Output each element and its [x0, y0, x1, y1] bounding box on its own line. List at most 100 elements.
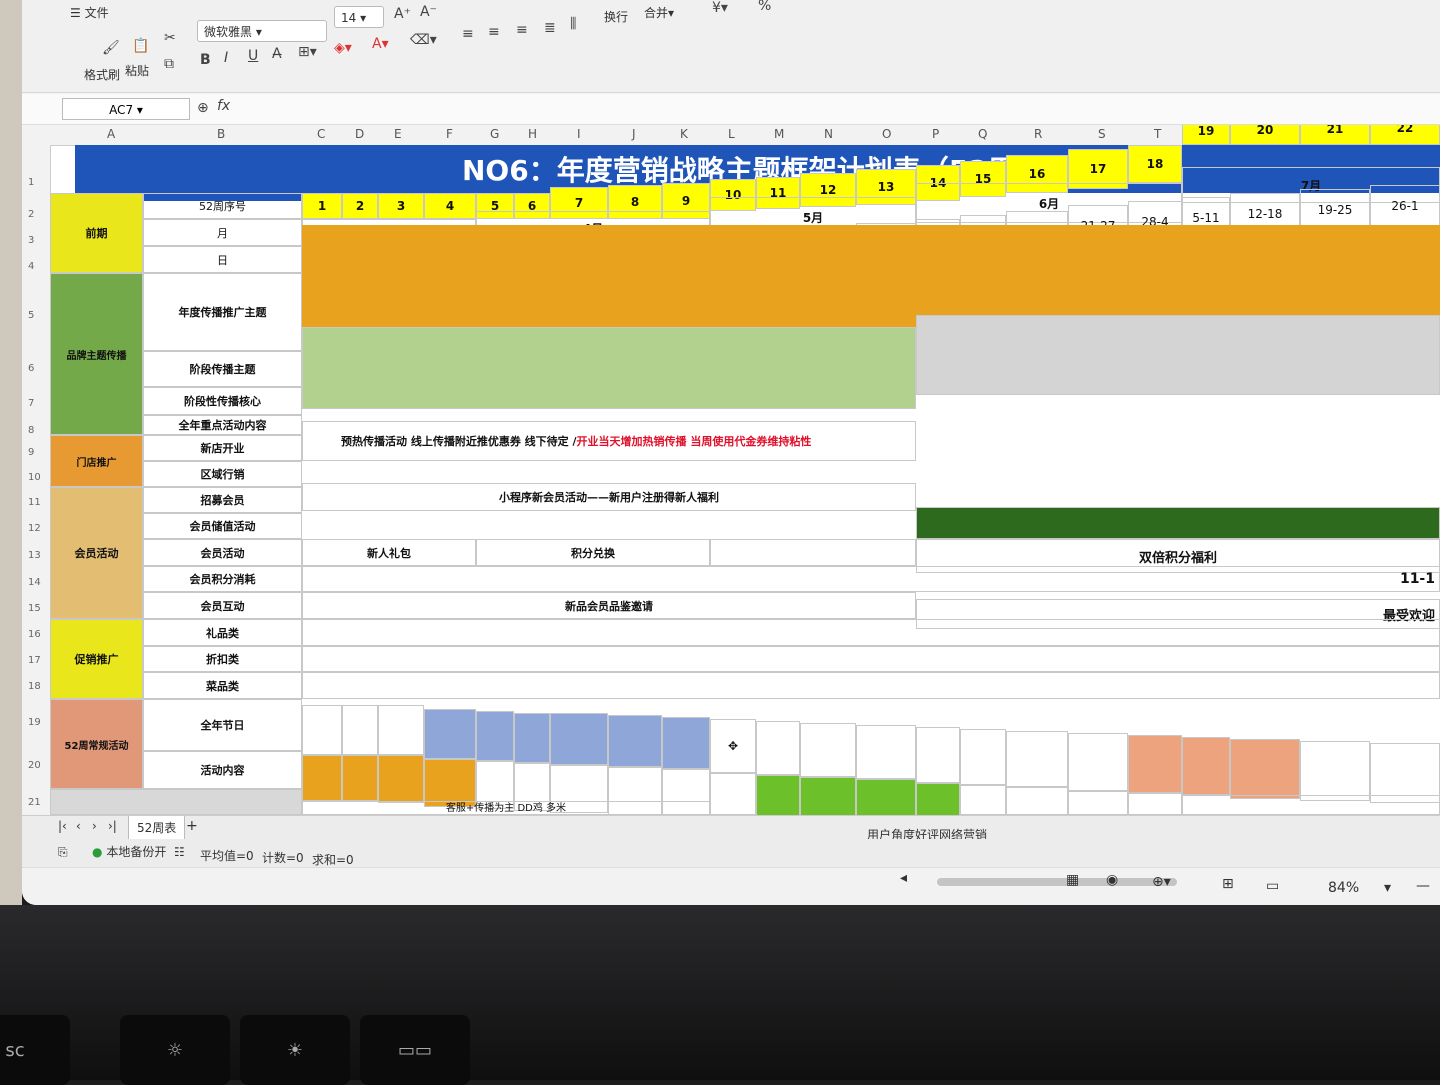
label-discount[interactable]: 折扣类 [143, 646, 302, 672]
festival-cell-salmon[interactable] [1128, 735, 1182, 793]
label-day[interactable]: 日 [143, 246, 302, 273]
activity-cell[interactable] [1128, 793, 1182, 815]
add-sheet-icon[interactable]: + [186, 818, 198, 834]
font-name-select[interactable]: 微软雅黑 ▾ [197, 20, 327, 42]
label-member-store-value[interactable]: 会员储值活动 [143, 513, 302, 539]
activity-cell-orange[interactable] [378, 755, 424, 803]
col-header[interactable]: B [217, 127, 225, 141]
col-header[interactable]: D [355, 127, 364, 141]
week-cell[interactable]: 19 [1182, 125, 1230, 145]
col-header[interactable]: N [824, 127, 833, 141]
col-header[interactable]: R [1034, 127, 1042, 141]
col-header[interactable]: F [446, 127, 453, 141]
row-header[interactable]: 20 [28, 760, 41, 771]
week-cell[interactable]: 2 [342, 193, 378, 219]
align-left-icon[interactable]: ≡ [462, 26, 474, 42]
col-header[interactable]: J [632, 127, 636, 141]
week-cell[interactable]: 1 [302, 193, 342, 219]
festival-cell[interactable] [916, 727, 960, 783]
zoom-out-icon[interactable]: — [1416, 878, 1430, 894]
row-header[interactable]: 9 [28, 447, 34, 458]
festival-cell-salmon[interactable] [1230, 739, 1300, 799]
festival-cell-blue[interactable] [608, 715, 662, 767]
row-header[interactable]: 1 [28, 177, 34, 188]
zoom-level[interactable]: 84% [1328, 880, 1359, 896]
festival-cell[interactable] [378, 705, 424, 755]
row-header[interactable]: 12 [28, 523, 41, 534]
col-header[interactable]: G [490, 127, 499, 141]
festival-cell-salmon[interactable] [1182, 737, 1230, 795]
eye-icon[interactable]: ◉ [1106, 872, 1118, 888]
row-header[interactable]: 17 [28, 655, 41, 666]
label-stage-theme[interactable]: 阶段传播主题 [143, 351, 302, 387]
col-header[interactable]: K [680, 127, 688, 141]
week-cell[interactable]: 4 [424, 193, 476, 219]
festival-cell-cursor[interactable]: ✥ [710, 719, 756, 773]
cloud-icon[interactable]: ⎘ [58, 845, 68, 860]
activity-cell-orange[interactable] [424, 759, 476, 807]
name-box[interactable]: AC7 ▾ [62, 98, 190, 120]
date-cell[interactable]: 26-1 [1370, 185, 1440, 227]
festival-cell[interactable] [800, 723, 856, 777]
label-gift[interactable]: 礼品类 [143, 619, 302, 646]
row-header[interactable]: 2 [28, 209, 34, 220]
row-header[interactable]: 10 [28, 472, 41, 483]
festival-cell[interactable] [342, 705, 378, 755]
sheet-tab-52weeks[interactable]: 52周表 [128, 816, 186, 840]
col-header[interactable]: C [317, 127, 325, 141]
zoom-dropdown-icon[interactable]: ▾ [1384, 880, 1391, 896]
format-painter-icon[interactable]: 🖌 [102, 40, 120, 56]
paste-icon[interactable]: 📋 [132, 38, 149, 54]
section-store[interactable]: 门店推广 [50, 435, 143, 487]
label-act-content[interactable]: 活动内容 [143, 751, 302, 789]
first-sheet-icon[interactable]: |‹ [58, 819, 67, 833]
activity-cell-green[interactable] [916, 783, 960, 815]
page-layout-icon[interactable]: ⊕▾ [1152, 874, 1171, 890]
label-member-act[interactable]: 会员活动 [143, 539, 302, 566]
row-header[interactable]: 7 [28, 398, 34, 409]
underline-button[interactable]: U [248, 48, 258, 64]
section-brand[interactable]: 品牌主题传播 [50, 273, 143, 435]
col-header[interactable]: I [577, 127, 581, 141]
row-header[interactable]: 19 [28, 717, 41, 728]
backup-status[interactable]: ● 本地备份开 [92, 843, 166, 860]
col-header[interactable]: L [728, 127, 735, 141]
fill-color-icon[interactable]: ◈▾ [334, 40, 352, 56]
preheat-content-cell[interactable]: 预热传播活动 线上传播附近推优惠券 线下待定 / 开业当天增加热销传播 当周使用代… [302, 421, 916, 461]
decrease-font-icon[interactable]: A⁻ [420, 4, 437, 20]
col-header[interactable]: O [882, 127, 891, 141]
label-new-store[interactable]: 新店开业 [143, 435, 302, 461]
brightness-down-key-icon[interactable]: ☼ [120, 1015, 230, 1085]
bold-button[interactable]: B [200, 52, 211, 68]
row-header[interactable]: 16 [28, 629, 41, 640]
label-recruit[interactable]: 招募会员 [143, 487, 302, 513]
currency-icon[interactable]: ¥▾ [712, 0, 728, 16]
festival-cell-blue[interactable] [476, 711, 514, 761]
row-header[interactable]: 11 [28, 497, 41, 508]
dish-row[interactable] [302, 672, 1440, 699]
section-header-cell[interactable]: 前期 [50, 193, 143, 273]
copy-icon[interactable]: ⧉ [164, 56, 174, 72]
week-cell[interactable]: 22 [1370, 125, 1440, 145]
label-week-no[interactable]: 52周序号 [143, 193, 302, 219]
row-header[interactable]: 15 [28, 603, 41, 614]
row-header[interactable]: 3 [28, 235, 34, 246]
week-cell[interactable]: 3 [378, 193, 424, 219]
festival-cell[interactable] [756, 721, 800, 775]
label-annual-theme[interactable]: 年度传播推广主题 [143, 273, 302, 351]
activity-cell[interactable] [1006, 787, 1068, 815]
row-header[interactable]: 21 [28, 797, 41, 808]
increase-font-icon[interactable]: A⁺ [394, 6, 411, 22]
scroll-left-icon[interactable]: ◂ [900, 870, 907, 886]
next-sheet-icon[interactable]: › [92, 819, 97, 833]
horizontal-scrollbar[interactable] [937, 878, 1177, 886]
brightness-up-key-icon[interactable]: ☀ [240, 1015, 350, 1085]
festival-cell[interactable] [856, 725, 916, 779]
row-header[interactable]: 4 [28, 261, 34, 272]
cut-icon[interactable]: ✂ [164, 30, 176, 46]
festival-cell[interactable] [960, 729, 1006, 785]
label-festival[interactable]: 全年节日 [143, 699, 302, 751]
normal-view-icon[interactable]: ▦ [1066, 872, 1079, 888]
discount-row[interactable] [302, 646, 1440, 672]
menu-file[interactable]: ☰ 文件 [70, 4, 109, 21]
